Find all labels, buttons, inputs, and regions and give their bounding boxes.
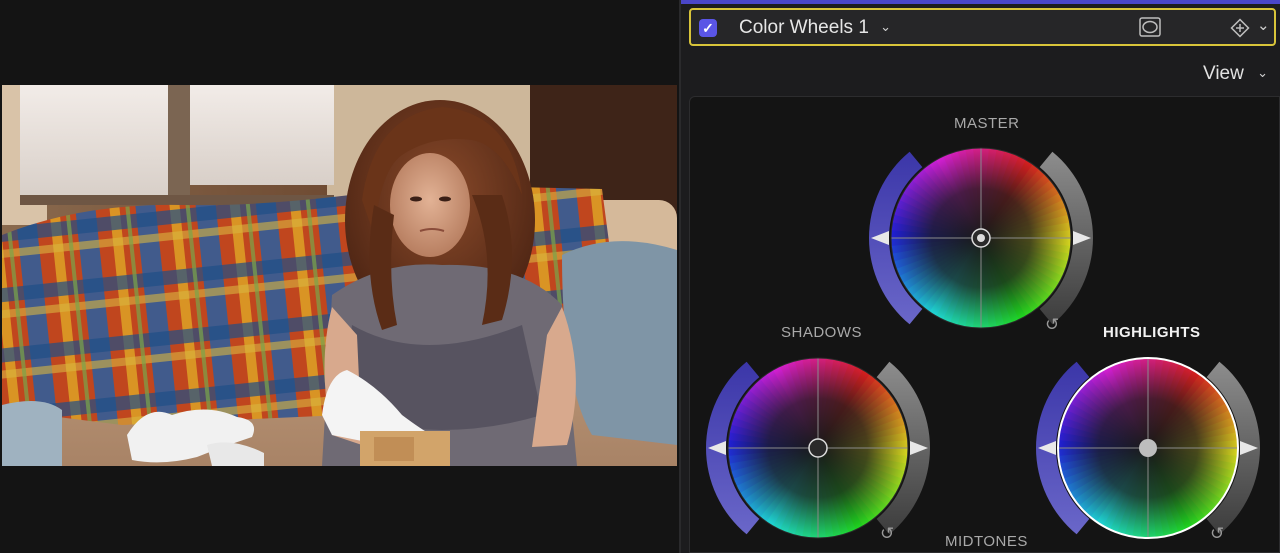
color-puck[interactable] — [808, 438, 828, 458]
keyframe-icon[interactable] — [1229, 17, 1251, 39]
collapse-chevron-icon[interactable]: ⌄ — [1257, 16, 1270, 34]
shadows-reset-icon[interactable]: ↺ — [880, 524, 894, 544]
chevron-down-icon: ⌄ — [1257, 65, 1269, 80]
effect-enable-checkbox[interactable]: ✓ — [699, 19, 717, 37]
chevron-down-icon: ⌄ — [880, 19, 892, 34]
shadows-color-wheel[interactable] — [703, 353, 933, 543]
master-color-wheel[interactable] — [866, 143, 1096, 333]
view-menu-button[interactable]: View ⌄ — [1203, 63, 1268, 85]
inspector-top-accent — [681, 0, 1280, 4]
effect-header[interactable]: ✓ Color Wheels 1 ⌄ ⌄ — [689, 8, 1276, 46]
effect-name-popup[interactable]: Color Wheels 1 ⌄ — [739, 17, 891, 39]
mask-icon[interactable] — [1139, 17, 1161, 37]
highlights-wheel-label: HIGHLIGHTS — [1103, 324, 1201, 341]
highlights-color-wheel[interactable] — [1033, 353, 1263, 543]
highlights-reset-icon[interactable]: ↺ — [1210, 524, 1224, 544]
view-menu-label: View — [1203, 63, 1244, 84]
shadows-wheel-label: SHADOWS — [781, 324, 863, 341]
effect-name-label: Color Wheels 1 — [739, 17, 869, 38]
color-puck[interactable] — [1139, 439, 1157, 457]
master-reset-icon[interactable]: ↺ — [1045, 315, 1059, 335]
video-preview-image — [2, 85, 677, 466]
color-wheels-panel: MASTER ↺ SHADOWS ↺ HIGHLIGHTS ↺ MIDTONES — [689, 96, 1280, 553]
master-wheel-label: MASTER — [954, 115, 1020, 132]
checkmark-icon: ✓ — [702, 19, 714, 36]
viewer — [0, 0, 679, 553]
video-frame[interactable] — [2, 85, 677, 466]
midtones-wheel-label: MIDTONES — [945, 533, 1028, 550]
color-inspector: ✓ Color Wheels 1 ⌄ ⌄ View ⌄ MASTER ↺ SHA… — [681, 0, 1280, 553]
